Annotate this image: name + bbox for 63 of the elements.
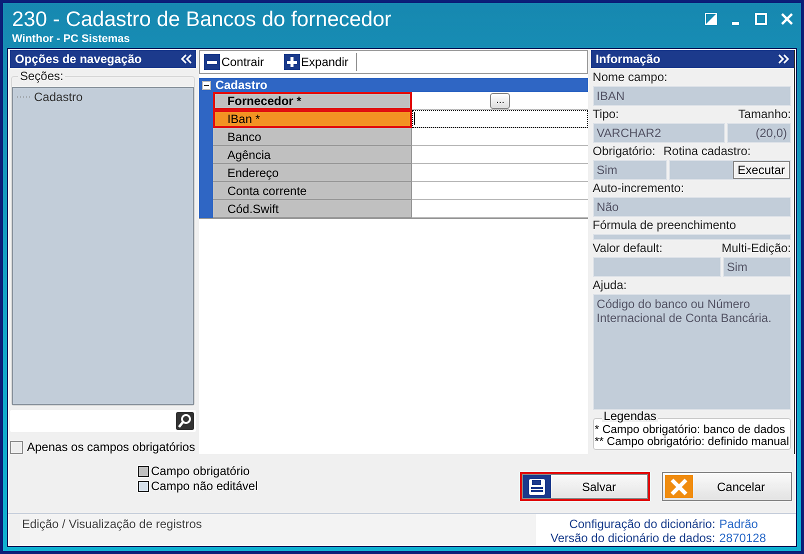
close-icon[interactable]: [781, 13, 793, 25]
close-icon: [670, 478, 688, 496]
expand-icon[interactable]: [778, 54, 790, 64]
legend-text: * Campo obrigatório: banco de dados: [594, 424, 786, 436]
field-label: Multi-Edição:: [722, 241, 791, 256]
legend-text: ** Campo obrigatório: definido manual: [594, 436, 789, 448]
collapse-button[interactable]: Contrair: [204, 53, 272, 71]
window-subtitle: Winthor - PC Sistemas: [12, 33, 131, 45]
field-label: Conta corrente: [213, 182, 412, 200]
minus-icon: [204, 54, 220, 70]
restore-icon[interactable]: [705, 13, 717, 25]
field-label: Ajuda:: [592, 278, 628, 293]
panel-title: Opções de navegação: [15, 52, 142, 66]
field-value: Sim: [592, 160, 668, 180]
field-value[interactable]: [412, 110, 588, 128]
minus-icon[interactable]: [202, 80, 212, 90]
field-label: Tamanho:: [738, 107, 791, 122]
status-label: Versão do dicionário de dados:: [550, 531, 716, 545]
legend-label: Campo não editável: [151, 479, 258, 493]
field-label: Banco: [213, 128, 412, 146]
field-value: VARCHAR2: [592, 123, 725, 143]
window-title: 230 - Cadastro de Bancos do fornecedor: [12, 7, 392, 33]
plus-icon: [284, 54, 300, 70]
lookup-button[interactable]: ...: [490, 92, 510, 108]
collapse-icon[interactable]: [180, 54, 192, 64]
field-value: IBAN: [592, 86, 791, 106]
execute-button[interactable]: Executar: [732, 161, 790, 179]
sections-label: Seções:: [18, 69, 66, 83]
group-title: Cadastro: [215, 78, 268, 92]
tree-line: [17, 96, 31, 98]
status-value: 2870128: [719, 531, 766, 545]
group-header[interactable]: Cadastro: [199, 78, 588, 92]
field-label: Fórmula de preenchimento: [592, 218, 738, 233]
checkbox-label: Apenas os campos obrigatórios: [27, 440, 196, 454]
status-label: Configuração do dicionário:: [568, 517, 716, 531]
field-label: Tipo:: [592, 107, 619, 122]
field-label: Valor default:: [592, 241, 662, 256]
search-icon[interactable]: [176, 412, 194, 430]
checkbox[interactable]: [10, 440, 23, 454]
status-value: Padrão: [719, 517, 759, 531]
help-text: Código do banco ou Número Internacional de Conta Bancária.: [592, 294, 791, 410]
field-value: (20,0): [726, 123, 791, 143]
maximize-icon[interactable]: [755, 13, 767, 25]
field-value: Não: [592, 197, 791, 217]
panel-title: Informação: [596, 52, 660, 66]
search-field[interactable]: [10, 410, 196, 432]
tree-item[interactable]: Cadastro: [34, 90, 83, 104]
field-label: Cód.Swift: [213, 200, 412, 218]
expand-button[interactable]: Expandir: [284, 53, 358, 71]
field-label: Auto-incremento:: [592, 181, 686, 196]
field-label: IBan *: [213, 110, 412, 128]
field-label: Nome campo:: [592, 70, 668, 85]
field-label: Obrigatório:: [592, 144, 656, 159]
field-label: Agência: [213, 146, 412, 164]
save-button[interactable]: Salvar: [520, 472, 650, 501]
field-value: Sim: [722, 257, 791, 277]
cancel-button[interactable]: Cancelar: [662, 472, 792, 501]
field-label: Endereço: [213, 164, 412, 182]
field-label: Fornecedor *: [213, 92, 412, 110]
legend-title: Legendas: [602, 411, 658, 422]
field-value[interactable]: ...: [412, 92, 588, 110]
field-label: Rotina cadastro:: [663, 144, 751, 159]
legend-label: Campo obrigatório: [151, 464, 250, 478]
